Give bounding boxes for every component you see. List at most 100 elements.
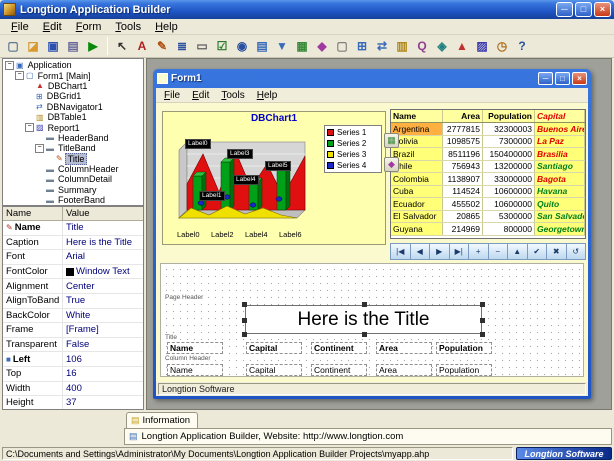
nav-prior-button[interactable]: ◀ (411, 243, 431, 260)
memo-icon[interactable]: ≣ (172, 36, 192, 56)
save-icon[interactable]: ▣ (43, 36, 63, 56)
report-detail-population[interactable]: Population (436, 364, 492, 376)
grid-column-header-name[interactable]: Name (391, 110, 443, 122)
property-row-transparent[interactable]: TransparentFalse (3, 338, 143, 353)
tree-item-dbgrid1[interactable]: ⊞DBGrid1 (3, 91, 143, 101)
report-columnheader-capital[interactable]: Capital (246, 342, 302, 354)
edit-icon[interactable]: ✎ (152, 36, 172, 56)
property-row-left[interactable]: ■Left106 (3, 352, 143, 367)
tree-expander-icon[interactable]: − (15, 71, 24, 80)
minimize-button[interactable]: ─ (556, 2, 573, 17)
form-menu-help[interactable]: Help (251, 90, 284, 101)
tree-item-summary[interactable]: ▬Summary (3, 185, 143, 195)
grid-column-header-area[interactable]: Area (443, 110, 483, 122)
resize-handle[interactable] (242, 302, 247, 307)
property-value[interactable]: 37 (63, 396, 143, 410)
property-value[interactable]: [Frame] (63, 323, 143, 337)
tree-item-columnheader[interactable]: ▬ColumnHeader (3, 164, 143, 174)
timer-icon[interactable]: ◷ (492, 36, 512, 56)
tree-item-footerband[interactable]: ▬FooterBand (3, 195, 143, 205)
grid-column-header-capital[interactable]: Capital (535, 110, 585, 122)
form-close-button[interactable]: × (572, 72, 587, 85)
print-icon[interactable]: ▤ (63, 36, 83, 56)
property-value[interactable]: Arial (63, 250, 143, 264)
property-value[interactable]: False (63, 338, 143, 352)
grid-row-bolivia[interactable]: Bolivia10985757300000La Paz (391, 136, 585, 149)
panel-icon[interactable]: ▢ (332, 36, 352, 56)
property-value[interactable]: White (63, 309, 143, 323)
pointer-icon[interactable]: ↖ (112, 36, 132, 56)
property-row-width[interactable]: Width400 (3, 382, 143, 397)
resize-handle[interactable] (242, 332, 247, 337)
image-icon[interactable]: ▦ (292, 36, 312, 56)
shape-icon[interactable]: ◆ (312, 36, 332, 56)
combobox-icon[interactable]: ▼ (272, 36, 292, 56)
property-row-font[interactable]: FontArial (3, 250, 143, 265)
property-value[interactable]: Window Text (63, 265, 143, 279)
property-value[interactable]: 16 (63, 367, 143, 381)
property-row-height[interactable]: Height37 (3, 396, 143, 410)
property-row-alignment[interactable]: AlignmentCenter (3, 279, 143, 294)
table-icon[interactable]: ▥ (392, 36, 412, 56)
grid-icon[interactable]: ⊞ (352, 36, 372, 56)
report-title-element[interactable]: Here is the Title (245, 305, 482, 334)
close-button[interactable]: × (594, 2, 611, 17)
help-icon[interactable]: ? (512, 36, 532, 56)
grid-row-brazil[interactable]: Brazil8511196150400000Brasilia (391, 148, 585, 161)
grid-row-chile[interactable]: Chile75694313200000Santiago (391, 161, 585, 174)
query-icon[interactable]: Q (412, 36, 432, 56)
grid-column-header-population[interactable]: Population (483, 110, 535, 122)
menu-tools[interactable]: Tools (108, 20, 148, 34)
report-columnheader-population[interactable]: Population (436, 342, 492, 354)
property-row-name[interactable]: ✎NameTitle (3, 221, 143, 236)
nav-insert-button[interactable]: + (469, 243, 489, 260)
tree-expander-icon[interactable]: − (35, 144, 44, 153)
property-value[interactable]: 400 (63, 382, 143, 396)
grid-row-ecuador[interactable]: Ecuador45550210600000Quito (391, 198, 585, 211)
property-value[interactable]: Center (63, 279, 143, 293)
tree-item-dbchart1[interactable]: ▲DBChart1 (3, 81, 143, 91)
tree-item-report1[interactable]: −▨Report1 (3, 122, 143, 132)
report-columnheader-continent[interactable]: Continent (311, 342, 367, 354)
report-detail-area[interactable]: Area (376, 364, 432, 376)
tree-item-dbnavigator1[interactable]: ⇄DBNavigator1 (3, 102, 143, 112)
form-menu-file[interactable]: File (158, 90, 186, 101)
run-icon[interactable]: ▶ (83, 36, 103, 56)
resize-handle[interactable] (362, 332, 367, 337)
form-menu-tools[interactable]: Tools (215, 90, 250, 101)
tree-item-application[interactable]: −▣Application (3, 60, 143, 70)
dbnavigator-icon[interactable]: ⇄ (372, 36, 392, 56)
report-columnheader-name[interactable]: Name (167, 342, 223, 354)
open-icon[interactable]: ◪ (23, 36, 43, 56)
grid-row-colombia[interactable]: Colombia113890733000000Bagota (391, 173, 585, 186)
resize-handle[interactable] (242, 318, 247, 323)
nav-delete-button[interactable]: − (489, 243, 509, 260)
report-icon[interactable]: ▨ (472, 36, 492, 56)
new-icon[interactable]: ▢ (3, 36, 23, 56)
info-message-row[interactable]: ▤ Longtion Application Builder, Website:… (124, 428, 612, 445)
report-columnheader-area[interactable]: Area (376, 342, 432, 354)
property-row-backcolor[interactable]: BackColorWhite (3, 309, 143, 324)
property-value[interactable]: True (63, 294, 143, 308)
chart-panel[interactable]: DBChart1 (162, 111, 386, 245)
grid-row-guyana[interactable]: Guyana214969800000Georgetown (391, 223, 585, 236)
property-row-fontcolor[interactable]: FontColorWindow Text (3, 265, 143, 280)
nav-edit-button[interactable]: ▲ (508, 243, 528, 260)
form-minimize-button[interactable]: ─ (538, 72, 553, 85)
maximize-button[interactable]: □ (575, 2, 592, 17)
resize-handle[interactable] (480, 318, 485, 323)
property-row-frame[interactable]: Frame[Frame] (3, 323, 143, 338)
tree-expander-icon[interactable]: − (25, 123, 34, 132)
form-menu-edit[interactable]: Edit (186, 90, 215, 101)
datasource-icon[interactable]: ◈ (432, 36, 452, 56)
form-maximize-button[interactable]: □ (555, 72, 570, 85)
menu-help[interactable]: Help (148, 20, 185, 34)
data-grid[interactable]: NameAreaPopulationCapital Argentina27778… (390, 109, 586, 239)
nav-first-button[interactable]: |◀ (390, 243, 411, 260)
nav-post-button[interactable]: ✔ (528, 243, 548, 260)
tree-expander-icon[interactable]: − (5, 61, 14, 70)
listbox-icon[interactable]: ▤ (252, 36, 272, 56)
menu-form[interactable]: Form (69, 20, 109, 34)
resize-handle[interactable] (480, 302, 485, 307)
radiobutton-icon[interactable]: ◉ (232, 36, 252, 56)
